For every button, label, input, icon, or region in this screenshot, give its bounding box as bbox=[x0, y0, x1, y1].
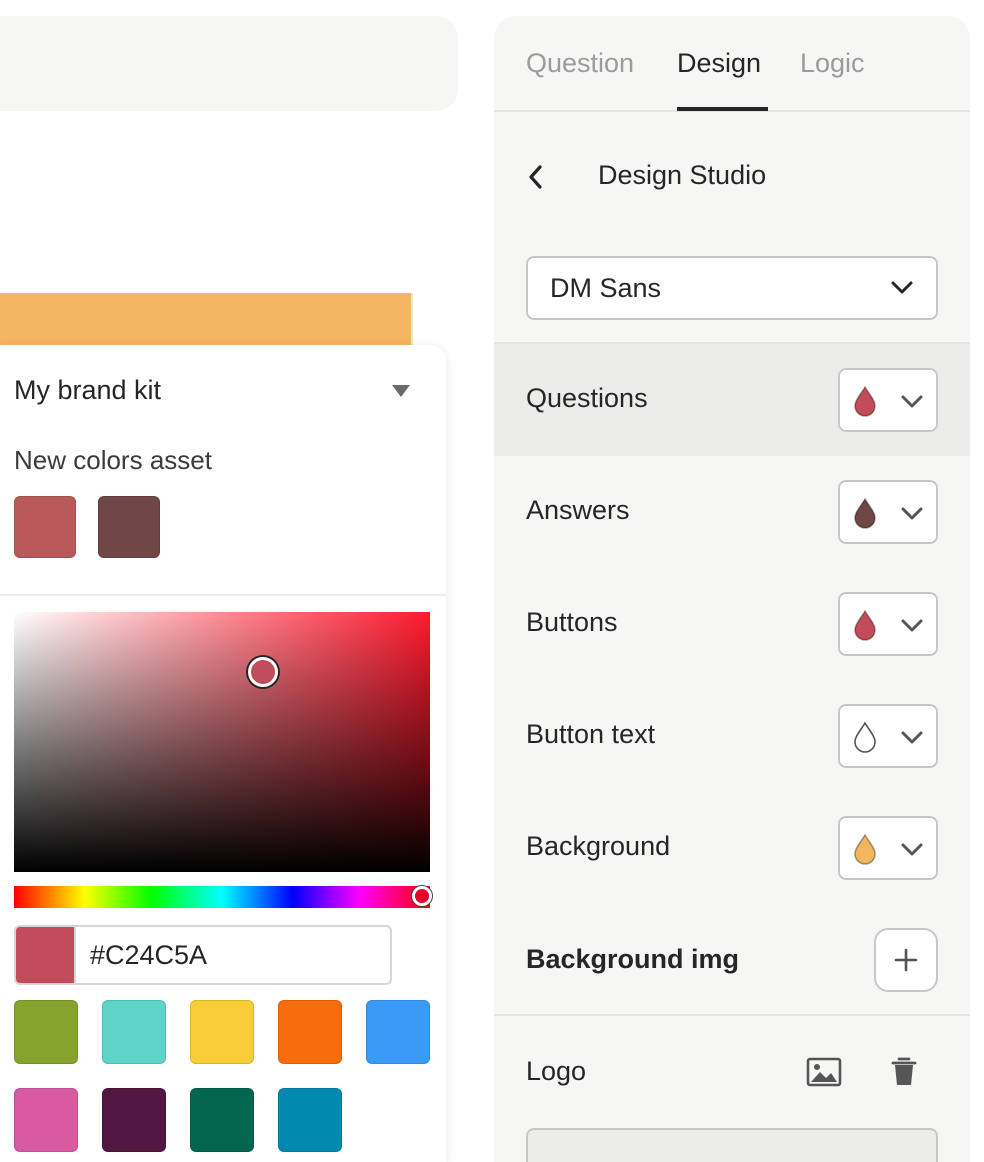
color-drop-icon bbox=[854, 385, 876, 417]
chevron-left-icon[interactable] bbox=[524, 164, 548, 190]
design-studio-title: Design Studio bbox=[598, 160, 767, 190]
color-drop-icon bbox=[854, 833, 876, 865]
color-setting-label: Answers bbox=[526, 495, 630, 525]
preset-swatch[interactable] bbox=[278, 1088, 342, 1152]
chevron-down-icon bbox=[891, 281, 913, 294]
preset-swatch[interactable] bbox=[102, 1000, 166, 1064]
font-family-select[interactable]: DM Sans bbox=[526, 256, 938, 320]
color-select-button[interactable] bbox=[838, 480, 938, 544]
preset-swatch[interactable] bbox=[366, 1000, 430, 1064]
caret-down-icon[interactable] bbox=[392, 385, 410, 397]
background-img-label: Background img bbox=[526, 944, 740, 974]
color-setting-row: Answers bbox=[494, 456, 970, 568]
hue-slider-handle[interactable] bbox=[412, 886, 432, 906]
chevron-down-icon bbox=[901, 843, 923, 856]
color-select-button[interactable] bbox=[838, 368, 938, 432]
image-icon[interactable] bbox=[806, 1056, 846, 1096]
trash-icon[interactable] bbox=[890, 1056, 930, 1096]
color-setting-row: Background bbox=[494, 792, 970, 904]
add-background-image-button[interactable] bbox=[874, 928, 938, 992]
font-family-value: DM Sans bbox=[550, 273, 662, 303]
color-setting-row: Questions bbox=[494, 344, 970, 456]
saturation-handle[interactable] bbox=[248, 657, 278, 687]
hex-input[interactable] bbox=[76, 927, 390, 983]
tab-question[interactable]: Question bbox=[526, 48, 634, 79]
color-select-button[interactable] bbox=[838, 816, 938, 880]
chevron-down-icon bbox=[901, 731, 923, 744]
current-color-preview bbox=[16, 927, 76, 983]
color-picker-popover: My brand kit New colors asset bbox=[0, 345, 446, 1162]
preset-swatch[interactable] bbox=[102, 1088, 166, 1152]
brand-swatch-2[interactable] bbox=[98, 496, 160, 558]
color-select-button[interactable] bbox=[838, 592, 938, 656]
brand-kit-title[interactable]: My brand kit bbox=[14, 375, 161, 406]
chevron-down-icon bbox=[901, 395, 923, 408]
color-setting-label: Background bbox=[526, 831, 671, 861]
saturation-value-picker[interactable] bbox=[14, 612, 430, 872]
color-drop-icon bbox=[854, 721, 876, 753]
plus-icon bbox=[894, 948, 918, 972]
preset-swatch[interactable] bbox=[14, 1000, 78, 1064]
question-canvas-header bbox=[0, 16, 458, 111]
colors-asset-title: New colors asset bbox=[14, 445, 212, 475]
tab-design[interactable]: Design bbox=[677, 48, 761, 79]
popover-divider bbox=[0, 594, 446, 596]
hex-color-field bbox=[14, 925, 392, 985]
color-setting-label: Buttons bbox=[526, 607, 618, 637]
preset-swatch[interactable] bbox=[14, 1088, 78, 1152]
color-setting-row: Buttons bbox=[494, 568, 970, 680]
preset-swatch[interactable] bbox=[278, 1000, 342, 1064]
section-divider bbox=[494, 1014, 970, 1016]
color-setting-row: Button text bbox=[494, 680, 970, 792]
brand-swatch-1[interactable] bbox=[14, 496, 76, 558]
preset-swatch[interactable] bbox=[190, 1000, 254, 1064]
design-panel: Question Design Logic Design Studio DM S… bbox=[494, 16, 970, 1162]
color-drop-icon bbox=[854, 609, 876, 641]
preset-swatch[interactable] bbox=[190, 1088, 254, 1152]
logo-label: Logo bbox=[526, 1056, 587, 1086]
color-drop-icon bbox=[854, 497, 876, 529]
color-setting-label: Button text bbox=[526, 719, 656, 749]
color-select-button[interactable] bbox=[838, 704, 938, 768]
color-setting-label: Questions bbox=[526, 383, 648, 413]
hue-slider[interactable] bbox=[14, 886, 432, 908]
chevron-down-icon bbox=[901, 619, 923, 632]
tab-logic[interactable]: Logic bbox=[800, 48, 865, 79]
black-gradient-layer bbox=[14, 612, 430, 872]
chevron-down-icon bbox=[901, 507, 923, 520]
active-tab-indicator bbox=[677, 107, 768, 111]
logo-upload-area[interactable] bbox=[526, 1128, 938, 1162]
